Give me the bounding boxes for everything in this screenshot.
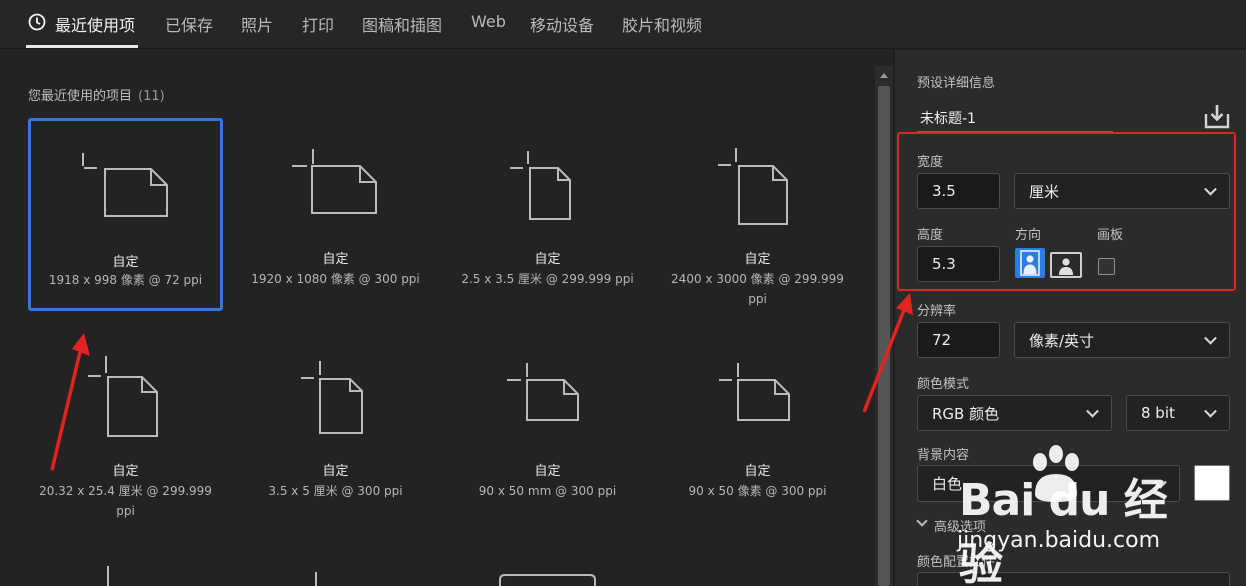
watermark-url: jingyan.baidu.com <box>957 528 1161 553</box>
baidu-watermark: Bai du 经验 jingyan.baidu.com <box>925 440 1185 586</box>
watermark-logo-text: Bai du 经验 <box>959 475 1168 586</box>
